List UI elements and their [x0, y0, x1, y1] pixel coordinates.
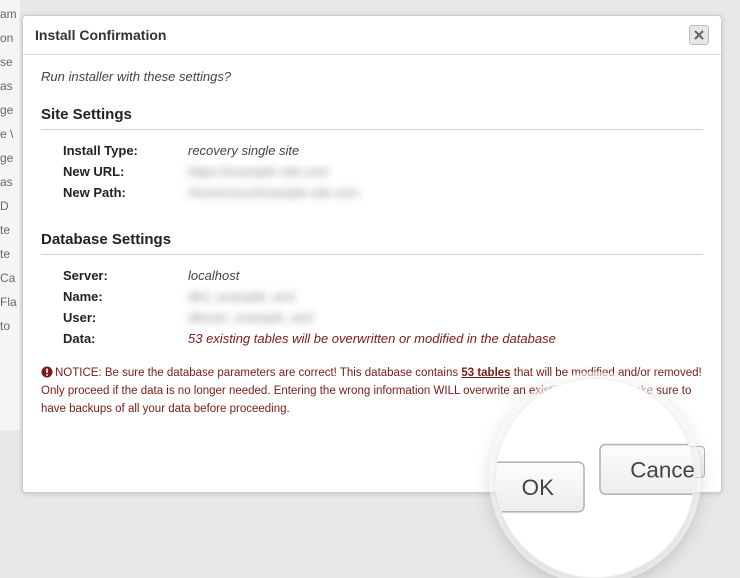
- db-setting-value: db1_example_wrd: [188, 289, 294, 304]
- db-setting-value: 53 existing tables will be overwritten o…: [188, 331, 556, 346]
- site-setting-label: Install Type:: [63, 143, 188, 158]
- ok-button[interactable]: OK: [556, 446, 614, 478]
- db-setting-value: localhost: [188, 268, 239, 283]
- background-line: Ca: [0, 266, 20, 290]
- notice-text: NOTICE: Be sure the database parameters …: [41, 365, 703, 418]
- db-setting-row: Server:localhost: [63, 265, 703, 286]
- site-settings-table: Install Type:recovery single siteNew URL…: [63, 140, 703, 203]
- background-list: amonseasgee \geas DteteCaFlato: [0, 0, 20, 430]
- site-setting-label: New URL:: [63, 164, 188, 179]
- background-line: Fla: [0, 290, 20, 314]
- close-icon: [694, 30, 704, 40]
- site-setting-label: New Path:: [63, 185, 188, 200]
- cancel-button[interactable]: Cancel: [623, 446, 705, 478]
- install-confirmation-dialog: Install Confirmation Run installer with …: [22, 15, 722, 493]
- database-settings-table: Server:localhostName:db1_example_wrdUser…: [63, 265, 703, 349]
- db-setting-value: dbuser_example_wrd: [188, 310, 312, 325]
- db-setting-label: Name:: [63, 289, 188, 304]
- background-line: e \: [0, 122, 20, 146]
- background-line: te: [0, 218, 20, 242]
- db-setting-label: User:: [63, 310, 188, 325]
- site-setting-row: Install Type:recovery single site: [63, 140, 703, 161]
- dialog-body: Run installer with these settings? Site …: [23, 55, 721, 436]
- background-line: D: [0, 194, 20, 218]
- database-settings-heading: Database Settings: [41, 231, 703, 255]
- dialog-titlebar: Install Confirmation: [23, 16, 721, 55]
- notice-table-count-link[interactable]: 53 tables: [461, 367, 510, 379]
- close-button[interactable]: [689, 25, 709, 45]
- db-setting-label: Data:: [63, 331, 188, 346]
- site-setting-value: recovery single site: [188, 143, 299, 158]
- background-line: te: [0, 242, 20, 266]
- background-line: to: [0, 314, 20, 338]
- site-setting-row: New Path:/home/xxxx/example-site.com: [63, 182, 703, 203]
- background-line: am: [0, 2, 20, 26]
- db-setting-label: Server:: [63, 268, 188, 283]
- background-line: as: [0, 170, 20, 194]
- notice-prefix: NOTICE: Be sure the database parameters …: [55, 367, 461, 379]
- db-setting-row: User:dbuser_example_wrd: [63, 307, 703, 328]
- site-setting-value: https://example-site.com: [188, 164, 329, 179]
- background-line: se: [0, 50, 20, 74]
- warning-icon: [41, 366, 53, 378]
- site-setting-row: New URL:https://example-site.com: [63, 161, 703, 182]
- background-line: on: [0, 26, 20, 50]
- prompt-text: Run installer with these settings?: [41, 69, 703, 84]
- site-setting-value: /home/xxxx/example-site.com: [188, 185, 359, 200]
- background-line: ge: [0, 146, 20, 170]
- site-settings-heading: Site Settings: [41, 106, 703, 130]
- dialog-footer: OK Cancel: [23, 436, 721, 492]
- background-line: as: [0, 74, 20, 98]
- db-setting-row: Name:db1_example_wrd: [63, 286, 703, 307]
- dialog-title: Install Confirmation: [35, 27, 166, 43]
- db-setting-row: Data:53 existing tables will be overwrit…: [63, 328, 703, 349]
- background-line: ge: [0, 98, 20, 122]
